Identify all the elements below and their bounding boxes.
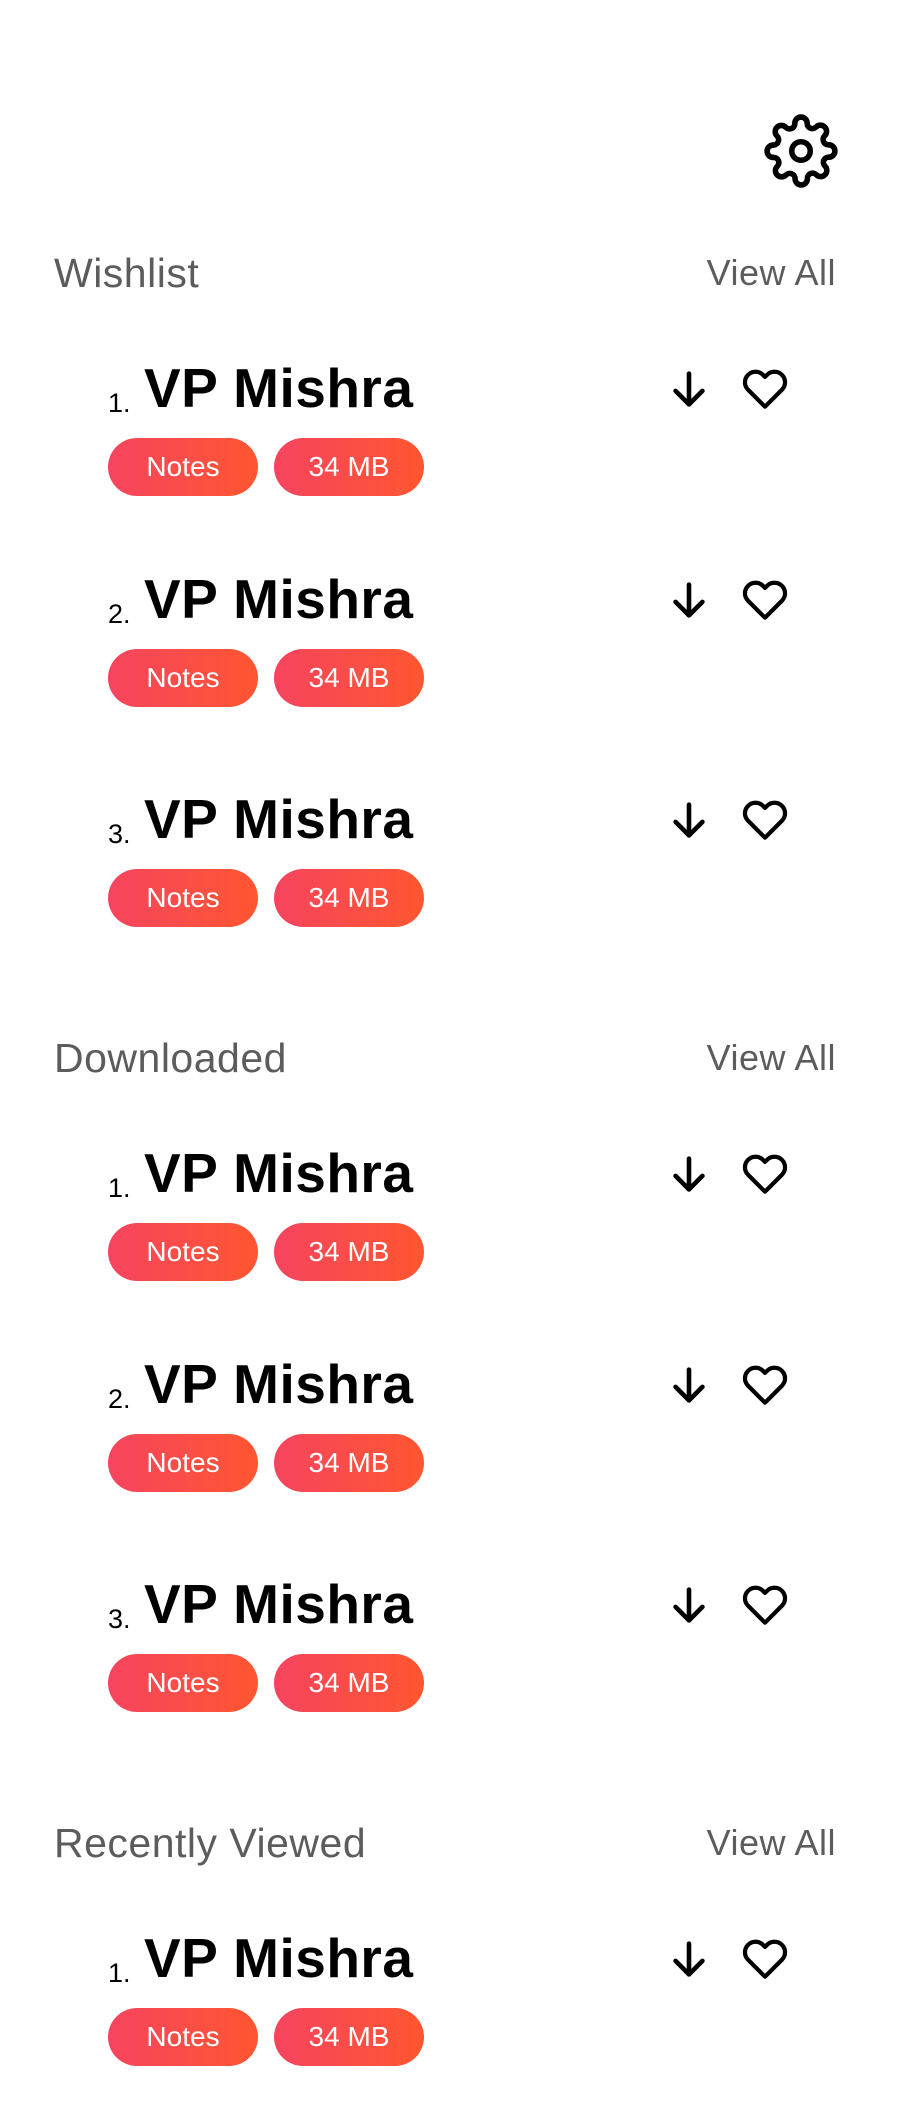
item-title: VP Mishra: [144, 788, 414, 850]
download-button[interactable]: [662, 1147, 716, 1201]
type-badge: Notes: [108, 1434, 258, 1492]
size-badge: 34 MB: [274, 1654, 424, 1712]
arrow-down-icon: [673, 802, 705, 838]
heart-icon: [742, 1154, 788, 1194]
heart-icon: [742, 800, 788, 840]
list-item[interactable]: 3. VP Mishra Notes 34 MB: [0, 1572, 900, 1772]
item-title: VP Mishra: [144, 357, 414, 419]
arrow-down-icon: [673, 582, 705, 618]
item-number: 1.: [108, 1173, 131, 1203]
download-button[interactable]: [662, 1358, 716, 1412]
view-all-link[interactable]: View All: [707, 252, 836, 294]
list-item[interactable]: 2. VP Mishra Notes 34 MB: [0, 567, 900, 767]
heart-icon: [742, 580, 788, 620]
download-button[interactable]: [662, 573, 716, 627]
section-header: Recently Viewed View All: [54, 1814, 836, 1874]
size-badge: 34 MB: [274, 649, 424, 707]
list-item[interactable]: 1. VP Mishra Notes 34 MB: [0, 1141, 900, 1341]
type-badge: Notes: [108, 869, 258, 927]
section-title: Downloaded: [54, 1035, 287, 1081]
section-title: Recently Viewed: [54, 1820, 367, 1866]
favorite-button[interactable]: [738, 362, 792, 416]
favorite-button[interactable]: [738, 573, 792, 627]
item-title: VP Mishra: [144, 1142, 414, 1204]
size-badge: 34 MB: [274, 1223, 424, 1281]
type-badge: Notes: [108, 2008, 258, 2066]
arrow-down-icon: [673, 371, 705, 407]
list-item[interactable]: 2. VP Mishra Notes 34 MB: [0, 1352, 900, 1552]
list-item[interactable]: 3. VP Mishra Notes 34 MB: [0, 787, 900, 987]
favorite-button[interactable]: [738, 1578, 792, 1632]
section-title: Wishlist: [54, 250, 200, 296]
list-item[interactable]: 1. VP Mishra Notes 34 MB: [0, 356, 900, 556]
type-badge: Notes: [108, 649, 258, 707]
download-button[interactable]: [662, 793, 716, 847]
arrow-down-icon: [673, 1587, 705, 1623]
download-button[interactable]: [662, 1932, 716, 1986]
size-badge: 34 MB: [274, 1434, 424, 1492]
type-badge: Notes: [108, 1654, 258, 1712]
heart-icon: [742, 1585, 788, 1625]
item-title: VP Mishra: [144, 1353, 414, 1415]
download-button[interactable]: [662, 1578, 716, 1632]
item-number: 3.: [108, 1604, 131, 1634]
size-badge: 34 MB: [274, 869, 424, 927]
heart-icon: [742, 369, 788, 409]
list-item[interactable]: 1. VP Mishra Notes 34 MB: [0, 1926, 900, 2126]
item-title: VP Mishra: [144, 1927, 414, 1989]
arrow-down-icon: [673, 1941, 705, 1977]
item-number: 2.: [108, 599, 131, 629]
arrow-down-icon: [673, 1156, 705, 1192]
view-all-link[interactable]: View All: [707, 1822, 836, 1864]
item-number: 2.: [108, 1384, 131, 1414]
arrow-down-icon: [673, 1367, 705, 1403]
section-header: Downloaded View All: [54, 1029, 836, 1089]
section-header: Wishlist View All: [54, 244, 836, 304]
item-number: 3.: [108, 819, 131, 849]
favorite-button[interactable]: [738, 1358, 792, 1412]
heart-icon: [742, 1939, 788, 1979]
item-number: 1.: [108, 388, 131, 418]
settings-button[interactable]: [762, 112, 840, 190]
size-badge: 34 MB: [274, 438, 424, 496]
type-badge: Notes: [108, 1223, 258, 1281]
size-badge: 34 MB: [274, 2008, 424, 2066]
favorite-button[interactable]: [738, 1932, 792, 1986]
type-badge: Notes: [108, 438, 258, 496]
view-all-link[interactable]: View All: [707, 1037, 836, 1079]
download-button[interactable]: [662, 362, 716, 416]
item-title: VP Mishra: [144, 1573, 414, 1635]
favorite-button[interactable]: [738, 1147, 792, 1201]
item-title: VP Mishra: [144, 568, 414, 630]
favorite-button[interactable]: [738, 793, 792, 847]
gear-icon: [764, 114, 838, 188]
heart-icon: [742, 1365, 788, 1405]
item-number: 1.: [108, 1958, 131, 1988]
